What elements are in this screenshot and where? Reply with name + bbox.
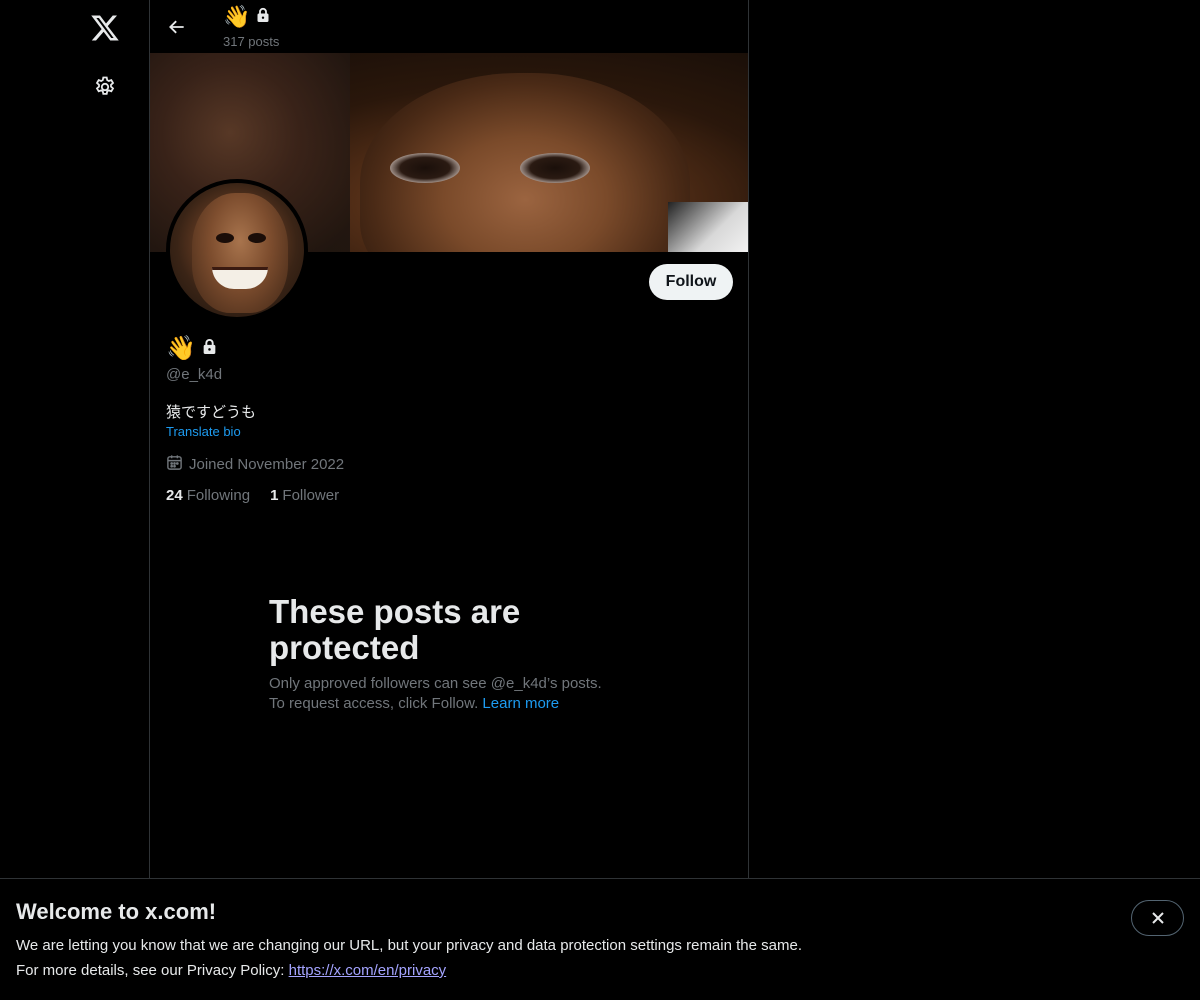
follow-stats: 24 Following 1 Follower bbox=[166, 487, 339, 504]
banner-eye-left bbox=[390, 153, 460, 183]
header-display-name: 👋 bbox=[223, 4, 270, 30]
followers-label: Follower bbox=[282, 487, 340, 504]
close-icon[interactable] bbox=[1131, 900, 1184, 936]
protected-notice: These posts are protected Only approved … bbox=[269, 594, 629, 714]
bio-text: 猿ですどうも bbox=[166, 404, 257, 421]
posts-count: 317 posts bbox=[223, 34, 280, 49]
lock-icon bbox=[202, 338, 217, 360]
follow-button[interactable]: Follow bbox=[649, 264, 733, 300]
translate-bio-link[interactable]: Translate bio bbox=[166, 424, 241, 439]
avatar-face bbox=[192, 193, 288, 313]
user-handle: @e_k4d bbox=[166, 366, 223, 383]
display-name: 👋 bbox=[166, 336, 217, 362]
avatar[interactable] bbox=[166, 179, 308, 321]
joined-date: Joined November 2022 bbox=[166, 454, 344, 475]
privacy-policy-link[interactable]: https://x.com/en/privacy bbox=[289, 962, 447, 979]
following-link[interactable]: 24 Following bbox=[166, 487, 250, 504]
calendar-icon bbox=[166, 454, 183, 475]
avatar-eye-left bbox=[216, 233, 234, 243]
gear-icon[interactable] bbox=[91, 73, 119, 101]
waving-hand-emoji: 👋 bbox=[223, 4, 251, 29]
notice-text: We are letting you know that we are chan… bbox=[16, 937, 802, 954]
profile-header: 👋 317 posts bbox=[150, 0, 748, 53]
banner-eye-right bbox=[520, 153, 590, 183]
avatar-eye-right bbox=[248, 233, 266, 243]
following-label: Following bbox=[186, 487, 251, 504]
notice-privacy: For more details, see our Privacy Policy… bbox=[16, 962, 446, 979]
followers-count: 1 bbox=[270, 487, 279, 504]
protected-description: Only approved followers can see @e_k4d’s… bbox=[269, 674, 629, 714]
waving-hand-emoji: 👋 bbox=[166, 335, 196, 362]
x-logo-icon[interactable] bbox=[89, 12, 121, 44]
notice-privacy-prefix: For more details, see our Privacy Policy… bbox=[16, 962, 285, 979]
notice-title: Welcome to x.com! bbox=[16, 899, 217, 924]
back-arrow-icon[interactable] bbox=[164, 14, 190, 40]
protected-line1: Only approved followers can see @e_k4d’s… bbox=[269, 675, 602, 692]
main-column: 👋 317 posts Follow 👋 @e_k4d 猿ですどうも Trans… bbox=[149, 0, 749, 1000]
banner-highlight bbox=[668, 202, 748, 252]
lock-icon bbox=[256, 7, 270, 28]
protected-title: These posts are protected bbox=[269, 593, 521, 666]
url-change-notice: Welcome to x.com! We are letting you kno… bbox=[0, 878, 1200, 1000]
followers-link[interactable]: 1 Follower bbox=[270, 487, 339, 504]
learn-more-link[interactable]: Learn more bbox=[482, 695, 559, 712]
following-count: 24 bbox=[166, 487, 183, 504]
left-rail bbox=[0, 0, 150, 1000]
protected-line2: To request access, click Follow. bbox=[269, 695, 479, 712]
joined-text: Joined November 2022 bbox=[189, 456, 345, 473]
